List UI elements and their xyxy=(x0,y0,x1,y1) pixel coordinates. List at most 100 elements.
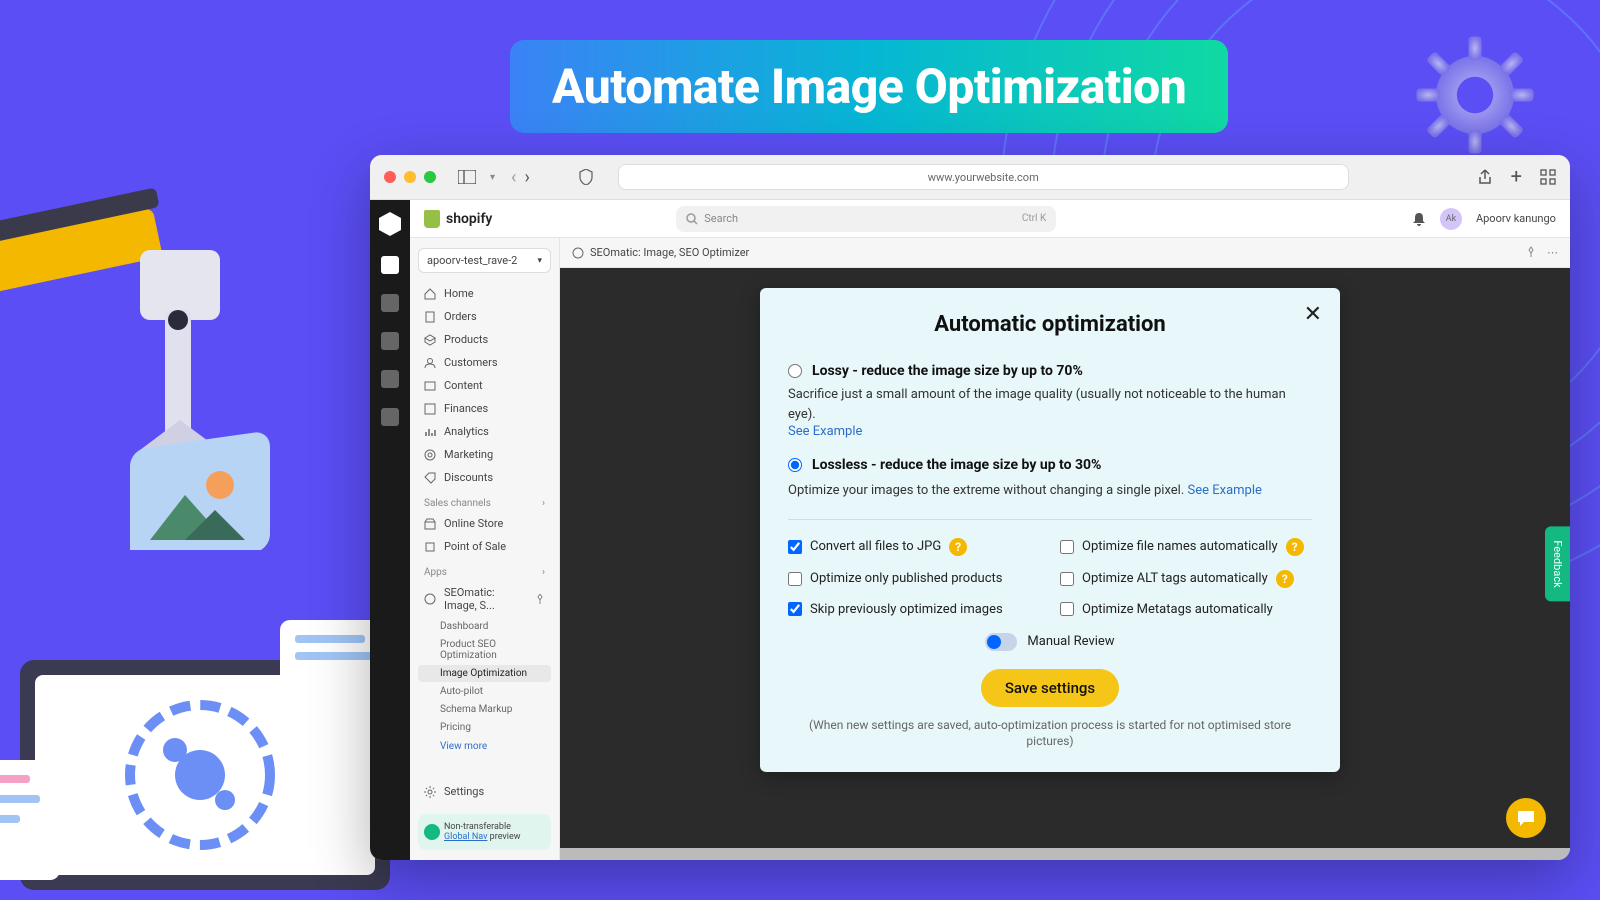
search-shortcut: Ctrl K xyxy=(1022,213,1046,224)
nav-settings[interactable]: Settings xyxy=(418,779,551,804)
maximize-window-icon[interactable] xyxy=(424,171,436,183)
badge-dot-icon xyxy=(424,824,440,840)
shopify-rail-logo[interactable] xyxy=(379,212,401,236)
horizontal-scrollbar[interactable] xyxy=(560,848,1570,860)
url-bar[interactable]: www.yourwebsite.com xyxy=(618,164,1349,190)
rail-icon-5[interactable] xyxy=(381,408,399,426)
manual-review-toggle[interactable] xyxy=(985,633,1017,651)
pin-icon[interactable] xyxy=(1525,246,1537,258)
check-only-published[interactable]: Optimize only published products xyxy=(788,570,1040,588)
shopify-bag-icon xyxy=(424,210,440,228)
avatar[interactable]: Ak xyxy=(1440,208,1462,230)
metatags-checkbox[interactable] xyxy=(1060,602,1074,616)
view-more-link[interactable]: View more xyxy=(418,737,551,756)
store-selector[interactable]: apoorv-test_rave-2 ▾ xyxy=(418,248,551,273)
help-icon[interactable]: ? xyxy=(1286,538,1304,556)
shopify-logo[interactable]: shopify xyxy=(424,210,492,228)
robot-arm-illustration xyxy=(0,150,340,550)
sidebar-toggle-icon[interactable] xyxy=(458,170,476,184)
nav-analytics[interactable]: Analytics xyxy=(418,421,551,442)
nav-home[interactable]: Home xyxy=(418,283,551,304)
check-metatags[interactable]: Optimize Metatags automatically xyxy=(1060,602,1312,617)
chevron-down-icon[interactable]: ▾ xyxy=(490,172,495,183)
nav-products[interactable]: Products xyxy=(418,329,551,350)
sub-product-seo[interactable]: Product SEO Optimization xyxy=(418,636,551,664)
pos-icon xyxy=(424,541,436,553)
nav-orders[interactable]: Orders xyxy=(418,306,551,327)
lossless-radio[interactable] xyxy=(788,458,802,472)
check-filenames[interactable]: Optimize file names automatically? xyxy=(1060,538,1312,556)
shield-icon[interactable] xyxy=(579,169,593,185)
chat-bubble-button[interactable] xyxy=(1506,798,1546,838)
chevron-right-icon[interactable]: › xyxy=(542,498,545,509)
app-icon xyxy=(424,593,436,605)
nav-pos[interactable]: Point of Sale xyxy=(418,536,551,557)
sub-image-opt[interactable]: Image Optimization xyxy=(418,665,551,682)
feedback-tab[interactable]: Feedback xyxy=(1545,526,1570,601)
rail-icon-4[interactable] xyxy=(381,370,399,388)
search-placeholder: Search xyxy=(704,212,738,225)
chevron-right-icon[interactable]: › xyxy=(542,567,545,578)
forward-button[interactable]: › xyxy=(524,167,529,188)
rail-icon-3[interactable] xyxy=(381,332,399,350)
check-alt-tags[interactable]: Optimize ALT tags automatically? xyxy=(1060,570,1312,588)
only-published-checkbox[interactable] xyxy=(788,572,802,586)
new-tab-icon[interactable]: + xyxy=(1511,169,1522,185)
admin-header: shopify Search Ctrl K Ak Apoorv kanungo xyxy=(410,200,1570,238)
lossy-label: Lossy - reduce the image size by up to 7… xyxy=(812,363,1083,379)
window-controls[interactable] xyxy=(384,171,436,183)
back-button[interactable]: ‹ xyxy=(511,167,516,188)
customers-icon xyxy=(424,357,436,369)
orders-icon xyxy=(424,311,436,323)
url-text: www.yourwebsite.com xyxy=(928,171,1039,184)
user-name: Apoorv kanungo xyxy=(1476,212,1556,225)
pin-icon[interactable] xyxy=(535,594,545,604)
global-nav-link[interactable]: Global Nav xyxy=(444,832,487,842)
nav-customers[interactable]: Customers xyxy=(418,352,551,373)
bell-icon[interactable] xyxy=(1412,212,1426,226)
minimize-window-icon[interactable] xyxy=(404,171,416,183)
sub-autopilot[interactable]: Auto-pilot xyxy=(418,683,551,700)
nav-finances[interactable]: Finances xyxy=(418,398,551,419)
lossy-see-example-link[interactable]: See Example xyxy=(788,424,1312,439)
filenames-checkbox[interactable] xyxy=(1060,540,1074,554)
share-icon[interactable] xyxy=(1477,169,1493,185)
convert-jpg-checkbox[interactable] xyxy=(788,540,802,554)
search-input[interactable]: Search Ctrl K xyxy=(676,206,1056,232)
close-window-icon[interactable] xyxy=(384,171,396,183)
rail-icon-1[interactable] xyxy=(381,256,399,274)
sub-dashboard[interactable]: Dashboard xyxy=(418,618,551,635)
store-name: apoorv-test_rave-2 xyxy=(427,254,517,267)
store-icon xyxy=(424,518,436,530)
nav-app-seomatic[interactable]: SEOmatic: Image, S... xyxy=(418,582,551,616)
rail-icon-2[interactable] xyxy=(381,294,399,312)
gear-3d-icon xyxy=(1410,30,1540,160)
modal-note: (When new settings are saved, auto-optim… xyxy=(788,717,1312,751)
app-tab-title: SEOmatic: Image, SEO Optimizer xyxy=(590,246,749,259)
sub-pricing[interactable]: Pricing xyxy=(418,719,551,736)
nav-online-store[interactable]: Online Store xyxy=(418,513,551,534)
chevron-down-icon: ▾ xyxy=(537,256,542,266)
check-convert-jpg[interactable]: Convert all files to JPG? xyxy=(788,538,1040,556)
lossless-see-example-link[interactable]: See Example xyxy=(1188,483,1262,498)
section-apps: Apps› xyxy=(418,559,551,582)
lossy-radio[interactable] xyxy=(788,364,802,378)
lossless-label: Lossless - reduce the image size by up t… xyxy=(812,457,1101,473)
save-settings-button[interactable]: Save settings xyxy=(981,669,1119,707)
manual-review-label: Manual Review xyxy=(1027,634,1114,649)
sub-schema[interactable]: Schema Markup xyxy=(418,701,551,718)
close-icon[interactable]: ✕ xyxy=(1304,302,1322,327)
nav-content[interactable]: Content xyxy=(418,375,551,396)
nav-discounts[interactable]: Discounts xyxy=(418,467,551,488)
more-icon[interactable]: ⋯ xyxy=(1547,246,1558,259)
help-icon[interactable]: ? xyxy=(949,538,967,556)
skip-optimized-checkbox[interactable] xyxy=(788,602,802,616)
nav-marketing[interactable]: Marketing xyxy=(418,444,551,465)
app-tab-bar: SEOmatic: Image, SEO Optimizer ⋯ xyxy=(560,238,1570,268)
tabs-grid-icon[interactable] xyxy=(1540,169,1556,185)
app-tab-icon xyxy=(572,247,584,259)
app-rail xyxy=(370,200,410,860)
help-icon[interactable]: ? xyxy=(1276,570,1294,588)
check-skip-optimized[interactable]: Skip previously optimized images xyxy=(788,602,1040,617)
alt-tags-checkbox[interactable] xyxy=(1060,572,1074,586)
